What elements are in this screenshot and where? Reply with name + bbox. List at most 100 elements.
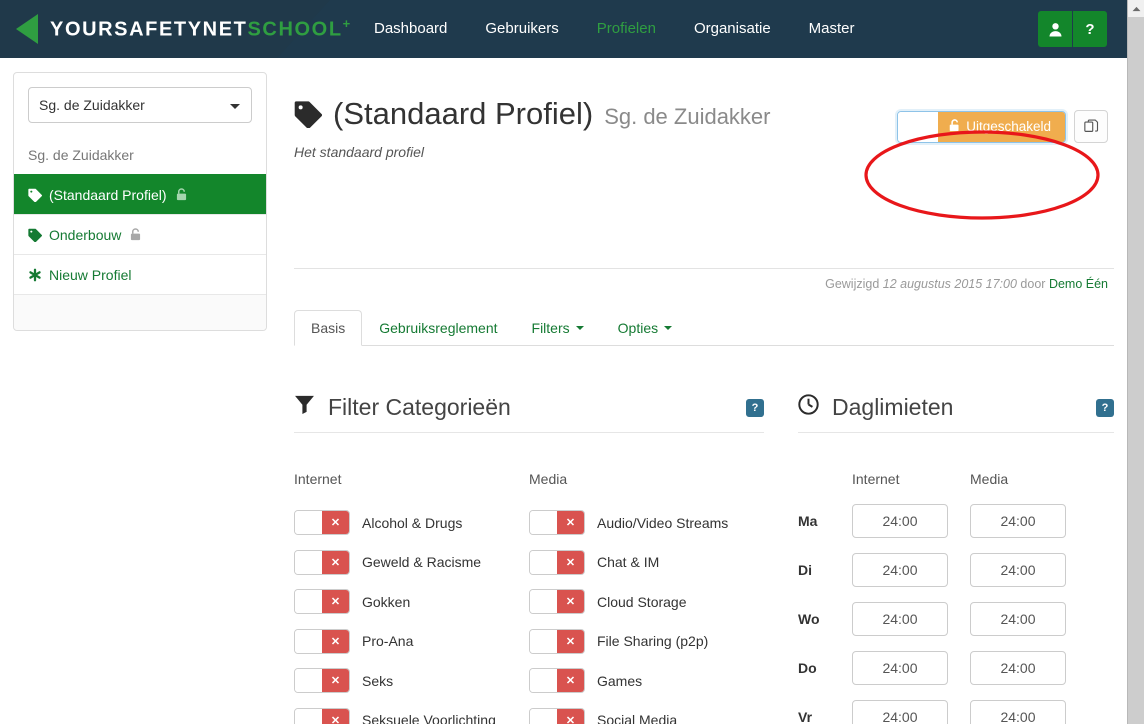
- nav-link-organisatie[interactable]: Organisatie: [675, 0, 790, 58]
- daylimit-day-label: Vr: [798, 708, 813, 724]
- toggle-off-track: [898, 111, 939, 142]
- toggle-x-icon: ✕: [557, 629, 584, 653]
- toggle-label-text: Uitgeschakeld: [966, 119, 1051, 134]
- tab-label: Filters: [531, 320, 570, 336]
- filter-label: Pro-Ana: [362, 633, 414, 650]
- filter-label: Audio/Video Streams: [597, 514, 729, 531]
- chevron-down-icon: [575, 326, 584, 330]
- daylimits-column-headers: Internet Media: [798, 471, 1114, 487]
- toggle-off-track: [530, 590, 557, 614]
- nav-link-dashboard[interactable]: Dashboard: [355, 0, 466, 58]
- daylimit-row: Ma: [798, 496, 1114, 545]
- toggle-x-icon: ✕: [557, 590, 584, 614]
- sidebar-panel: Sg. de Zuidakker Sg. de Zuidakker (Stand…: [13, 72, 267, 331]
- tab-filters[interactable]: Filters: [515, 310, 601, 346]
- filter-toggle[interactable]: ✕: [294, 549, 350, 575]
- tab-gebruiksreglement[interactable]: Gebruiksreglement: [362, 310, 514, 346]
- filter-label: Gokken: [362, 593, 411, 610]
- nav-link-master[interactable]: Master: [790, 0, 874, 58]
- toggle-off-track: [295, 669, 322, 693]
- filter-toggle[interactable]: ✕: [294, 589, 350, 615]
- daylimit-day-label: Ma: [798, 512, 818, 529]
- daylimits-col-media: Media: [970, 471, 1009, 487]
- daylimit-internet-input[interactable]: [852, 650, 948, 685]
- toggle-off-track: [530, 511, 557, 535]
- filter-help-badge[interactable]: ?: [746, 398, 764, 417]
- filter-toggle[interactable]: ✕: [294, 707, 350, 724]
- filter-toggle[interactable]: ✕: [294, 628, 350, 654]
- daylimit-media-input[interactable]: [970, 699, 1066, 724]
- daylimit-internet-input[interactable]: [852, 552, 948, 587]
- filter-toggle[interactable]: ✕: [294, 510, 350, 536]
- filter-toggle[interactable]: ✕: [529, 510, 585, 536]
- filter-toggle[interactable]: ✕: [529, 668, 585, 694]
- daylimit-day-label: Di: [798, 561, 812, 578]
- tab-opties[interactable]: Opties: [601, 310, 689, 346]
- filter-label: Games: [597, 672, 643, 689]
- daylimit-media-input[interactable]: [970, 552, 1066, 587]
- brand-part-1: YOURSAFETYNET: [50, 18, 248, 41]
- daylimit-media-input[interactable]: [970, 503, 1066, 538]
- filter-label: Seks: [362, 672, 394, 689]
- sidebar-group-label: Sg. de Zuidakker: [28, 147, 134, 163]
- filter-row: ✕ Chat & IM: [529, 543, 764, 583]
- help-button[interactable]: ?: [1073, 11, 1107, 47]
- modified-meta: Gewijzigd 12 augustus 2015 17:00 door De…: [825, 277, 1108, 291]
- organisation-select[interactable]: Sg. de Zuidakker: [28, 87, 252, 123]
- filter-row: ✕ Social Media: [529, 701, 764, 724]
- browser-viewport: YOURSAFETYNETSCHOOL+ Dashboard Gebruiker…: [0, 0, 1127, 724]
- navbar-actions: ?: [1038, 11, 1107, 47]
- daylimit-internet-input[interactable]: [852, 601, 948, 636]
- toggle-x-icon: ✕: [322, 669, 349, 693]
- filter-toggle[interactable]: ✕: [529, 628, 585, 654]
- daylimit-media-input[interactable]: [970, 601, 1066, 636]
- tag-icon: [28, 228, 42, 242]
- filter-panel-title: Filter Categorieën: [328, 394, 511, 420]
- tab-basis[interactable]: Basis: [294, 310, 363, 346]
- daylimits-col-internet: Internet: [852, 471, 900, 487]
- sidebar-item-nieuw-profiel[interactable]: Nieuw Profiel: [14, 254, 266, 294]
- brand-logo[interactable]: YOURSAFETYNETSCHOOL+: [16, 0, 352, 58]
- primary-nav: Dashboard Gebruikers Profielen Organisat…: [355, 0, 874, 58]
- toggle-x-icon: ✕: [322, 629, 349, 653]
- filter-label: File Sharing (p2p): [597, 633, 709, 650]
- daylimit-internet-input[interactable]: [852, 503, 948, 538]
- header-divider: [294, 268, 1114, 269]
- tag-icon: [294, 100, 323, 135]
- toggle-off-track: [295, 708, 322, 724]
- sidebar-item-label: Nieuw Profiel: [49, 266, 132, 283]
- filter-row: ✕ Alcohol & Drugs: [294, 503, 529, 543]
- filter-row: ✕ Games: [529, 661, 764, 701]
- daylimits-table: Internet Media Ma Di: [798, 471, 1114, 724]
- clone-profile-button[interactable]: [1074, 110, 1108, 143]
- daylimits-help-badge[interactable]: ?: [1096, 398, 1114, 417]
- brand-wordmark: YOURSAFETYNETSCHOOL+: [50, 16, 352, 42]
- filter-toggle[interactable]: ✕: [529, 707, 585, 724]
- meta-user[interactable]: Demo Één: [1049, 277, 1108, 291]
- scroll-up-arrow-icon[interactable]: [1128, 0, 1144, 17]
- user-account-button[interactable]: [1038, 11, 1072, 47]
- vertical-scrollbar[interactable]: [1127, 0, 1144, 724]
- toggle-x-icon: ✕: [322, 511, 349, 535]
- toggle-on-label: Uitgeschakeld: [938, 111, 1065, 142]
- filter-toggle[interactable]: ✕: [294, 668, 350, 694]
- toggle-off-track: [295, 550, 322, 574]
- nav-link-gebruikers[interactable]: Gebruikers: [466, 0, 577, 58]
- sidebar-item-onderbouw[interactable]: Onderbouw: [14, 214, 266, 254]
- nav-link-profielen[interactable]: Profielen: [578, 0, 675, 58]
- filter-toggle[interactable]: ✕: [529, 549, 585, 575]
- filter-label: Geweld & Racisme: [362, 554, 482, 571]
- asterisk-icon: [28, 268, 42, 282]
- meta-prefix: Gewijzigd: [825, 277, 880, 291]
- filter-label: Alcohol & Drugs: [362, 514, 463, 531]
- brand-part-3: +: [342, 16, 352, 32]
- filter-toggle[interactable]: ✕: [529, 589, 585, 615]
- daylimit-internet-input[interactable]: [852, 699, 948, 724]
- profile-enabled-toggle[interactable]: Uitgeschakeld: [897, 110, 1066, 143]
- daylimit-day-label: Wo: [798, 610, 820, 627]
- unlock-icon: [949, 118, 960, 135]
- daylimit-media-input[interactable]: [970, 650, 1066, 685]
- sidebar-item-standaard-profiel[interactable]: (Standaard Profiel): [14, 174, 266, 214]
- toggle-off-track: [530, 629, 557, 653]
- filter-label: Cloud Storage: [597, 593, 687, 610]
